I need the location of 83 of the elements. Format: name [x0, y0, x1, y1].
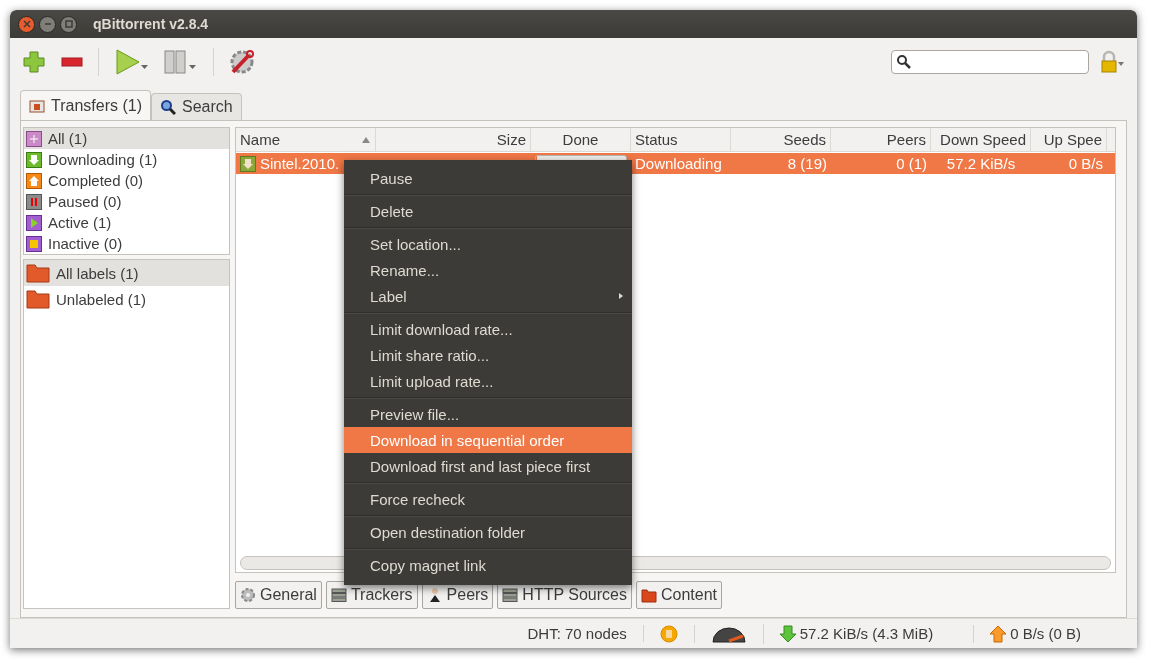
label-item[interactable]: All labels (1) [24, 260, 229, 286]
download-arrow-icon [779, 624, 796, 643]
server-icon [330, 587, 347, 603]
detail-tab-button[interactable]: General [235, 581, 322, 609]
maximize-icon [64, 20, 73, 28]
filter-item[interactable]: Inactive (0) [24, 233, 229, 254]
table-cell-text: 0 (1) [895, 154, 928, 174]
tab-label: Transfers (1) [51, 96, 142, 115]
column-header[interactable]: Done [531, 128, 631, 151]
search-icon [160, 99, 176, 115]
pause-icon [163, 48, 199, 76]
column-header[interactable]: Size [376, 128, 531, 151]
menu-item[interactable]: Set location... [344, 231, 632, 257]
menu-item[interactable]: Open destination folder [344, 519, 632, 545]
upload-arrow-icon [990, 624, 1007, 643]
search-field[interactable] [891, 50, 1089, 74]
completed-filter-icon [26, 172, 42, 189]
close-icon [22, 20, 31, 28]
menu-item[interactable]: Limit share ratio... [344, 342, 632, 368]
detail-tab-button[interactable]: Content [636, 581, 723, 609]
column-header[interactable]: Seeds [731, 128, 831, 151]
table-cell-text: 8 (19) [786, 154, 828, 174]
connection-status-icon [659, 624, 678, 643]
folder-icon [29, 97, 45, 114]
filter-label: Completed (0) [48, 172, 144, 189]
tab[interactable]: Search [151, 93, 242, 120]
menu-item[interactable]: Label [344, 283, 632, 309]
paused-filter-icon [26, 193, 42, 210]
submenu-arrow-icon [618, 292, 624, 300]
add-icon [22, 50, 46, 74]
column-header[interactable]: Peers [831, 128, 931, 151]
column-header[interactable]: Up Spee [1031, 128, 1107, 151]
menu-item[interactable]: Force recheck [344, 486, 632, 512]
tab-label: Search [182, 98, 233, 116]
menu-item[interactable]: Copy magnet link [344, 552, 632, 578]
play-icon [113, 48, 149, 76]
filter-label: Inactive (0) [48, 235, 123, 252]
server-icon [502, 587, 519, 603]
label-item[interactable]: Unlabeled (1) [24, 286, 229, 312]
table-cell-text: 0 B/s [1067, 154, 1104, 174]
window-title: qBittorrent v2.8.4 [93, 16, 209, 32]
minimize-button[interactable] [39, 15, 56, 33]
filter-item[interactable]: Downloading (1) [24, 149, 229, 170]
dht-status: DHT: 70 nodes [527, 625, 627, 642]
inactive-filter-icon [26, 235, 42, 252]
folder-icon [641, 587, 657, 603]
menu-item[interactable]: Rename... [344, 257, 632, 283]
tab[interactable]: Transfers (1) [20, 90, 151, 120]
label-text: All labels (1) [56, 264, 139, 282]
menu-item[interactable]: Limit download rate... [344, 316, 632, 342]
filter-label: All (1) [48, 130, 88, 147]
gear-icon [240, 587, 256, 603]
column-header[interactable]: Name [236, 128, 376, 151]
filter-item[interactable]: Active (1) [24, 212, 229, 233]
downloading-filter-icon [26, 151, 42, 168]
wrench-gear-icon [228, 48, 256, 76]
filter-label: Paused (0) [48, 193, 122, 210]
column-header[interactable]: Down Speed [931, 128, 1031, 151]
filter-item[interactable]: Completed (0) [24, 170, 229, 191]
filter-item[interactable]: All (1) [24, 128, 229, 149]
filter-label: Downloading (1) [48, 151, 158, 168]
sort-up-icon [361, 135, 371, 144]
active-filter-icon [26, 214, 42, 231]
table-cell-text: Downloading [634, 154, 723, 174]
label-text: Unlabeled (1) [56, 290, 147, 308]
table-cell-text: 57.2 KiB/s [945, 154, 1017, 174]
search-icon [896, 54, 912, 70]
filter-label: Active (1) [48, 214, 112, 231]
upload-speed: 0 B/s (0 B) [1010, 625, 1081, 642]
menu-item[interactable]: Download first and last piece first [344, 453, 632, 479]
filter-item[interactable]: Paused (0) [24, 191, 229, 212]
folder-icon [26, 289, 50, 309]
folder-icon [26, 263, 50, 283]
download-icon [240, 155, 256, 172]
minimize-icon [43, 20, 52, 28]
menu-item[interactable]: Delete [344, 198, 632, 224]
menu-item[interactable]: Preview file... [344, 401, 632, 427]
download-speed: 57.2 KiB/s (4.3 MiB) [799, 625, 934, 642]
all-filter-icon [26, 130, 42, 147]
close-button[interactable] [18, 15, 35, 33]
column-header[interactable]: Status [631, 128, 731, 151]
menu-item[interactable]: Limit upload rate... [344, 368, 632, 394]
maximize-button[interactable] [60, 15, 77, 33]
